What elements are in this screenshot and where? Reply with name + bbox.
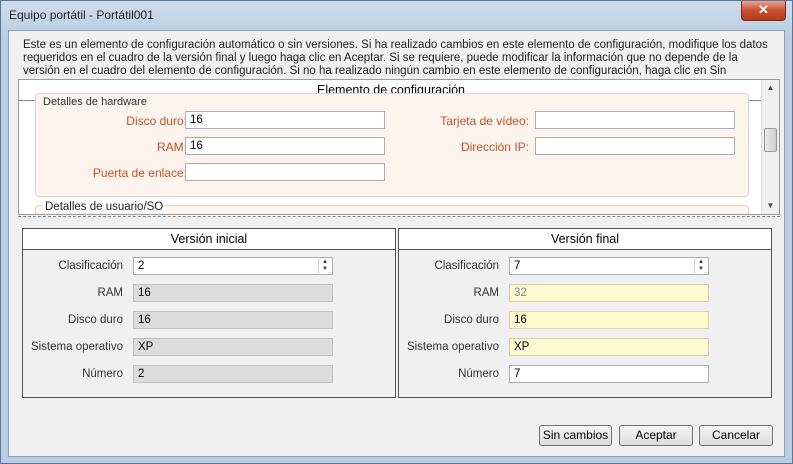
- config-item-body: Detalles de hardware Disco duro: 16 RAM:…: [19, 93, 763, 214]
- scroll-down-icon[interactable]: ▼: [762, 198, 779, 214]
- final-classification-spinner[interactable]: ▲ ▼: [694, 259, 707, 273]
- initial-os-label: Sistema operativo: [30, 341, 123, 353]
- accept-button[interactable]: Aceptar: [619, 425, 693, 446]
- video-card-input[interactable]: [535, 111, 735, 129]
- no-changes-button[interactable]: Sin cambios: [539, 425, 612, 446]
- initial-ram-label: RAM: [97, 287, 123, 299]
- spin-up-icon[interactable]: ▲: [318, 259, 331, 266]
- initial-version-header: Versión inicial: [23, 229, 395, 250]
- hardware-details-legend: Detalles de hardware: [43, 96, 147, 108]
- panel-splitter[interactable]: [18, 216, 780, 217]
- final-disk-input[interactable]: 16: [509, 311, 709, 329]
- dialog-window: Equipo portátil - Portátil001 ✕ Este es …: [0, 0, 793, 464]
- ip-address-label: Dirección IP:: [460, 140, 529, 154]
- initial-ram-field: 16: [133, 284, 333, 302]
- final-version-panel: Versión final Clasificación 7 ▲ ▼ RAM 32…: [398, 228, 772, 398]
- final-number-label: Número: [458, 368, 499, 380]
- info-text: Este es un elemento de configuración aut…: [23, 39, 768, 77]
- final-os-input[interactable]: XP: [509, 338, 709, 356]
- initial-version-panel: Versión inicial Clasificación 2 ▲ ▼ RAM …: [22, 228, 396, 398]
- window-title: Equipo portátil - Portátil001: [9, 8, 154, 22]
- initial-classification-spinner[interactable]: ▲ ▼: [318, 259, 331, 273]
- close-button[interactable]: ✕: [741, 1, 786, 21]
- final-classification-value: 7: [514, 260, 521, 272]
- gateway-input[interactable]: [185, 163, 385, 181]
- initial-os-field: XP: [133, 338, 333, 356]
- initial-classification-stepper[interactable]: 2 ▲ ▼: [133, 257, 333, 275]
- final-disk-label: Disco duro: [444, 314, 499, 326]
- final-version-header: Versión final: [399, 229, 771, 250]
- video-card-label: Tarjeta de vídeo:: [440, 114, 529, 128]
- final-ram-input[interactable]: 32: [509, 284, 709, 302]
- scroll-thumb[interactable]: [764, 128, 777, 152]
- initial-number-label: Número: [82, 368, 123, 380]
- initial-disk-field: 16: [133, 311, 333, 329]
- initial-disk-label: Disco duro: [68, 314, 123, 326]
- spin-down-icon[interactable]: ▼: [318, 266, 331, 273]
- dialog-client-area: Este es un elemento de configuración aut…: [8, 30, 785, 457]
- ram-input[interactable]: 16: [185, 137, 385, 155]
- gateway-label: Puerta de enlace:: [92, 166, 187, 180]
- spin-up-icon[interactable]: ▲: [694, 259, 707, 266]
- final-ram-label: RAM: [473, 287, 499, 299]
- config-item-scrollbar[interactable]: ▲ ▼: [761, 80, 779, 214]
- ram-label: RAM:: [157, 140, 187, 154]
- initial-number-field: 2: [133, 365, 333, 383]
- final-classification-stepper[interactable]: 7 ▲ ▼: [509, 257, 709, 275]
- initial-classification-label: Clasificación: [58, 260, 123, 272]
- disk-input[interactable]: 16: [185, 111, 385, 129]
- scroll-up-icon[interactable]: ▲: [762, 80, 779, 96]
- initial-classification-value: 2: [138, 260, 145, 272]
- spin-down-icon[interactable]: ▼: [694, 266, 707, 273]
- cancel-button[interactable]: Cancelar: [699, 425, 773, 446]
- final-classification-label: Clasificación: [434, 260, 499, 272]
- ip-address-input[interactable]: [535, 137, 735, 155]
- final-number-input[interactable]: 7: [509, 365, 709, 383]
- disk-label: Disco duro:: [126, 114, 187, 128]
- config-item-panel: Elemento de configuración Detalles de ha…: [18, 79, 780, 215]
- final-os-label: Sistema operativo: [406, 341, 499, 353]
- user-details-legend: Detalles de usuario/SO: [43, 201, 166, 213]
